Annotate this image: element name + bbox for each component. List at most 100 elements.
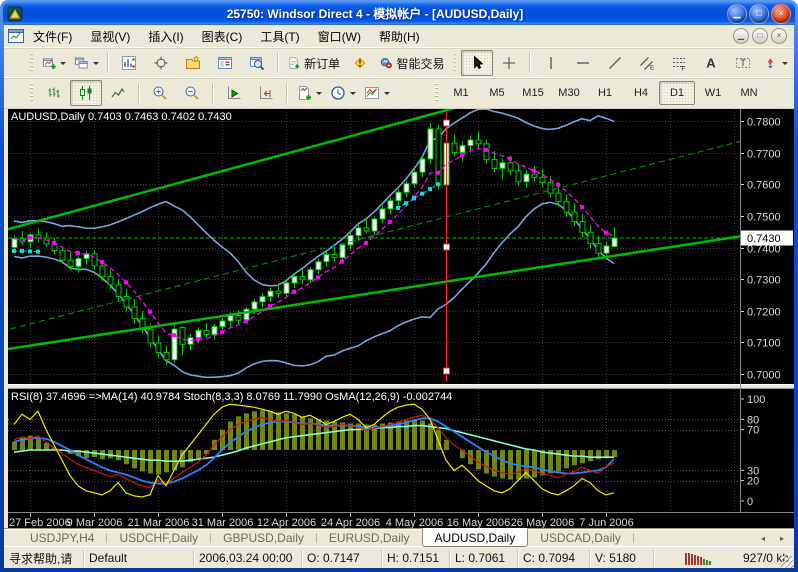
horizontal-line-button[interactable] — [567, 50, 599, 76]
svg-text:AUDUSD,Daily 0.7403 0.7463 0.7: AUDUSD,Daily 0.7403 0.7463 0.7402 0.7430 — [11, 111, 232, 123]
titlebar[interactable]: 25750: Windsor Direct 4 - 模拟帐户 - [AUDUSD… — [3, 2, 795, 25]
toolbar-separator — [286, 83, 288, 103]
tab-gbpusd[interactable]: GBPUSD,Daily — [211, 529, 316, 547]
timeframe-h1-button[interactable]: H1 — [587, 81, 623, 105]
market-watch-button[interactable] — [113, 50, 145, 76]
toolbar-separator — [212, 83, 214, 103]
svg-text:0.7700: 0.7700 — [747, 149, 781, 161]
window-frame: 25750: Windsor Direct 4 - 模拟帐户 - [AUDUSD… — [0, 0, 798, 572]
metaeditor-button[interactable] — [344, 50, 376, 76]
timeframe-m5-button[interactable]: M5 — [479, 81, 515, 105]
zoom-out-button[interactable] — [176, 80, 208, 106]
child-minimize-button[interactable]: ▁ — [733, 28, 749, 44]
toolbar-grip[interactable] — [454, 53, 457, 73]
minimize-button[interactable]: ▁ — [727, 4, 747, 24]
new-chart-button[interactable] — [38, 50, 71, 76]
client-area: 文件(F) 显视(V) 插入(I) 图表(C) 工具(T) 窗口(W) 帮助(H… — [4, 25, 794, 568]
vertical-line-icon — [543, 55, 559, 71]
equidistant-channel-button[interactable]: E — [631, 50, 663, 76]
tab-separator — [633, 533, 634, 543]
app-logo-icon — [7, 6, 23, 22]
menu-help[interactable]: 帮助(H) — [370, 25, 429, 48]
zoom-in-button[interactable] — [144, 80, 176, 106]
menu-charts[interactable]: 图表(C) — [193, 25, 252, 48]
line-chart-button[interactable] — [102, 80, 134, 106]
expert-advisors-label: 智能交易 — [395, 55, 445, 72]
tab-eurusd[interactable]: EURUSD,Daily — [317, 529, 422, 547]
line-chart-icon — [110, 85, 126, 101]
trendline-button[interactable] — [599, 50, 631, 76]
text-label-button[interactable]: T — [727, 50, 759, 76]
data-window-button[interactable] — [145, 50, 177, 76]
trendline-icon — [607, 55, 623, 71]
arrows-button[interactable] — [759, 50, 792, 76]
child-close-button[interactable]: × — [771, 28, 787, 44]
new-order-button[interactable]: 新订单 — [283, 50, 344, 76]
menubar: 文件(F) 显视(V) 插入(I) 图表(C) 工具(T) 窗口(W) 帮助(H… — [4, 25, 794, 48]
svg-text:E: E — [650, 65, 655, 72]
text-label-icon: T — [735, 55, 751, 71]
menu-file[interactable]: 文件(F) — [24, 25, 81, 48]
templates-icon — [364, 85, 380, 101]
toolbar-grip[interactable] — [30, 53, 33, 73]
cursor-button[interactable] — [461, 50, 493, 76]
resize-grip[interactable] — [781, 556, 794, 568]
tab-scroll-right-button[interactable]: ▸ — [773, 530, 791, 546]
fibonacci-button[interactable]: F — [663, 50, 695, 76]
timeframe-mn-button[interactable]: MN — [731, 81, 767, 105]
toolbar-charts: M1 M5 M15 M30 H1 H4 D1 W1 MN — [4, 77, 794, 109]
timeframe-m1-button[interactable]: M1 — [443, 81, 479, 105]
close-button[interactable]: × — [771, 4, 791, 24]
status-low: L: 0.7061 — [450, 550, 518, 567]
zoom-in-icon — [152, 85, 168, 101]
crosshair-button[interactable] — [493, 50, 525, 76]
dropdown-arrow-icon — [782, 62, 788, 68]
child-restore-button[interactable]: □ — [752, 28, 768, 44]
navigator-icon — [185, 55, 201, 71]
tab-usdchf[interactable]: USDCHF,Daily — [107, 529, 210, 547]
vertical-line-button[interactable] — [535, 50, 567, 76]
svg-text:12 Apr 2006: 12 Apr 2006 — [257, 517, 316, 528]
bar-chart-icon — [46, 85, 62, 101]
timeframe-m15-button[interactable]: M15 — [515, 81, 551, 105]
tab-scroll-left-button[interactable]: ◂ — [754, 530, 772, 546]
tab-usdcad[interactable]: USDCAD,Daily — [528, 529, 633, 547]
templates-button[interactable] — [360, 80, 394, 106]
svg-text:16 May 2006: 16 May 2006 — [447, 517, 511, 528]
timeframe-w1-button[interactable]: W1 — [695, 81, 731, 105]
status-bar-time: 2006.03.24 00:00 — [194, 550, 302, 567]
auto-scroll-icon — [226, 85, 242, 101]
bar-chart-button[interactable] — [38, 80, 70, 106]
chart-window-icon[interactable] — [8, 28, 24, 44]
indicators-button[interactable] — [292, 80, 326, 106]
menu-tools[interactable]: 工具(T) — [251, 25, 308, 48]
candlestick-button[interactable] — [70, 80, 102, 106]
tab-audusd-active[interactable]: AUDUSD,Daily — [422, 528, 529, 547]
text-button[interactable]: A — [695, 50, 727, 76]
terminal-icon — [217, 55, 233, 71]
menu-insert[interactable]: 插入(I) — [139, 25, 192, 48]
chart-tabbar: USDJPY,H4 USDCHF,Daily GBPUSD,Daily EURU… — [4, 528, 794, 547]
toolbar-grip[interactable] — [435, 83, 438, 103]
price-chart[interactable]: 0.78000.77000.76000.75000.74000.73000.72… — [8, 109, 794, 528]
timeframe-d1-button[interactable]: D1 — [659, 81, 695, 105]
arrows-icon — [763, 55, 778, 71]
timeframe-m30-button[interactable]: M30 — [551, 81, 587, 105]
strategy-tester-button[interactable] — [241, 50, 273, 76]
terminal-button[interactable] — [209, 50, 241, 76]
menu-view[interactable]: 显视(V) — [81, 25, 139, 48]
status-open: O: 0.7147 — [302, 550, 382, 567]
chart-shift-button[interactable] — [250, 80, 282, 106]
auto-scroll-button[interactable] — [218, 80, 250, 106]
menu-window[interactable]: 窗口(W) — [309, 25, 370, 48]
periods-button[interactable] — [326, 80, 360, 106]
timeframe-h4-button[interactable]: H4 — [623, 81, 659, 105]
expert-advisors-button[interactable]: 智能交易 — [376, 50, 448, 76]
toolbar-grip[interactable] — [30, 83, 33, 103]
timeframe-group: M1 M5 M15 M30 H1 H4 D1 W1 MN — [430, 81, 767, 105]
maximize-button[interactable]: □ — [749, 4, 769, 24]
profiles-button[interactable] — [70, 50, 103, 76]
dropdown-arrow-icon — [350, 92, 356, 98]
navigator-button[interactable] — [177, 50, 209, 76]
tab-usdjpy[interactable]: USDJPY,H4 — [18, 529, 106, 547]
